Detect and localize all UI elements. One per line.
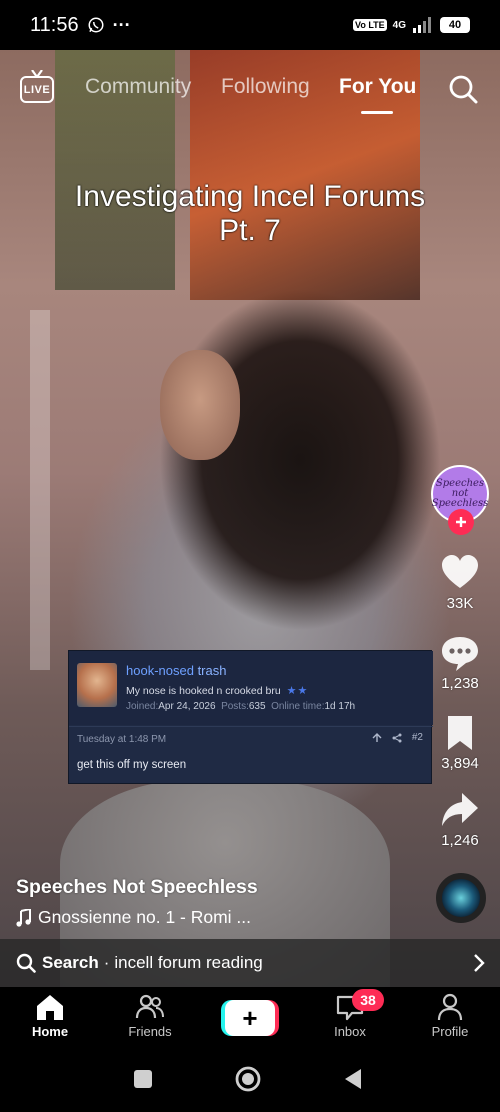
search-icon (16, 953, 36, 973)
comment-icon (442, 637, 478, 671)
system-nav-bar (0, 1047, 500, 1112)
search-suggestion-bar[interactable]: Search · incell forum reading (0, 939, 500, 987)
like-button[interactable]: 33K (428, 553, 492, 612)
forum-rank-stars: ★★ (286, 685, 309, 697)
save-button[interactable]: 3,894 (428, 713, 492, 772)
video-title-line2: Pt. 7 (219, 214, 281, 247)
nav-home-label: Home (31, 1024, 69, 1039)
status-time: 11:56 (30, 13, 79, 36)
share-button[interactable]: 1,246 (428, 790, 492, 849)
search-query: incell forum reading (114, 953, 263, 972)
status-bar: 11:56 ··· Vo LTE 4G 40 (0, 0, 500, 50)
tab-following[interactable]: Following (221, 75, 310, 99)
tab-for-you[interactable]: For You (339, 75, 416, 99)
live-label: LIVE (23, 83, 51, 96)
follow-button[interactable] (448, 509, 474, 535)
arrow-up-icon (372, 732, 382, 742)
forum-post-number: #2 (411, 732, 423, 743)
author-name[interactable]: Speeches Not Speechless (16, 876, 258, 899)
music-disc[interactable] (436, 873, 486, 923)
volte-badge: Vo LTE (352, 19, 387, 31)
nav-profile[interactable]: Profile (410, 993, 490, 1039)
music-note-icon (16, 908, 31, 927)
music-title: Gnossienne no. 1 - Romi ... (38, 907, 252, 927)
nav-friends[interactable]: Friends (110, 993, 190, 1039)
forum-post-actions: #2 (372, 732, 423, 743)
status-right: Vo LTE 4G 40 (352, 17, 470, 33)
forum-user-meta: Joined:Apr 24, 2026 Posts:635 Online tim… (126, 701, 355, 712)
creator-avatar-text: Speeches not Speechless (431, 478, 489, 509)
forum-user-avatar (77, 663, 117, 707)
like-count: 33K (446, 595, 474, 612)
battery-level: 40 (448, 19, 462, 31)
battery-icon: 40 (440, 17, 470, 33)
chevron-right-icon (474, 954, 485, 972)
nav-friends-label: Friends (128, 1024, 172, 1039)
bottom-nav: Home Friends + Inbox 38 Profile (0, 987, 500, 1047)
nav-home[interactable]: Home (10, 993, 90, 1039)
bookmark-icon (448, 716, 472, 750)
search-label: Search (42, 953, 99, 972)
notification-more-icon: ··· (112, 14, 131, 35)
save-count: 3,894 (441, 755, 479, 772)
forum-username: hook-nosed trash (126, 663, 226, 678)
creator-face (160, 350, 240, 460)
friends-icon (135, 994, 164, 1019)
status-left: 11:56 ··· (30, 14, 131, 37)
posts-value: 635 (248, 701, 266, 712)
signal-icon (413, 17, 431, 33)
profile-icon (437, 993, 463, 1021)
video-title-overlay: Investigating Incel Forums Pt. 7 (0, 180, 500, 248)
share-icon (392, 733, 402, 742)
top-nav: LIVE Community Following For You (0, 62, 500, 114)
forum-signature-text: My nose is hooked n crooked bru (126, 685, 281, 697)
music-info[interactable]: Gnossienne no. 1 - Romi ... (16, 907, 251, 928)
forum-username-part1: hook-nosed (126, 663, 198, 678)
joined-label: Joined: (126, 701, 159, 712)
recent-apps-icon[interactable] (129, 1065, 157, 1093)
forum-username-part2: trash (197, 663, 227, 678)
search-separator: · (103, 953, 110, 972)
home-circle-icon[interactable] (234, 1065, 262, 1093)
live-button[interactable]: LIVE (20, 70, 54, 104)
nav-inbox-label: Inbox (334, 1024, 366, 1039)
create-plus-icon: + (242, 1003, 258, 1033)
heart-icon (442, 555, 478, 588)
joined-value: Apr 24, 2026 (158, 701, 216, 712)
inbox-badge: 38 (352, 989, 384, 1011)
forum-post-timestamp: Tuesday at 1:48 PM (77, 734, 167, 745)
background-door (30, 310, 50, 670)
home-icon (37, 995, 63, 1020)
comment-button[interactable]: 1,238 (428, 633, 492, 692)
video-title-line1: Investigating Incel Forums (74, 180, 426, 213)
forum-divider (69, 726, 433, 727)
forum-user-signature: My nose is hooked n crooked bru ★★ (126, 684, 308, 697)
create-button-face: + (225, 1000, 275, 1036)
forum-post-screenshot: hook-nosed trash My nose is hooked n cro… (68, 650, 433, 784)
active-tab-indicator (361, 111, 393, 114)
nav-profile-label: Profile (431, 1024, 469, 1039)
search-icon[interactable] (448, 74, 478, 104)
plus-icon (456, 517, 466, 527)
share-arrow-icon (442, 793, 478, 826)
forum-post-body: get this off my screen (77, 759, 187, 771)
share-count: 1,246 (441, 832, 479, 849)
tab-community[interactable]: Community (85, 75, 191, 99)
create-button[interactable]: + (221, 1000, 279, 1036)
forum-post-header: hook-nosed trash My nose is hooked n cro… (69, 651, 433, 725)
whatsapp-icon (88, 17, 104, 33)
back-icon[interactable] (339, 1065, 367, 1093)
online-value: 1d 17h (324, 701, 356, 712)
posts-label: Posts: (221, 701, 249, 712)
online-label: Online time: (271, 701, 325, 712)
network-type: 4G (392, 19, 406, 31)
live-frame: LIVE (20, 76, 54, 103)
comment-count: 1,238 (441, 675, 479, 692)
